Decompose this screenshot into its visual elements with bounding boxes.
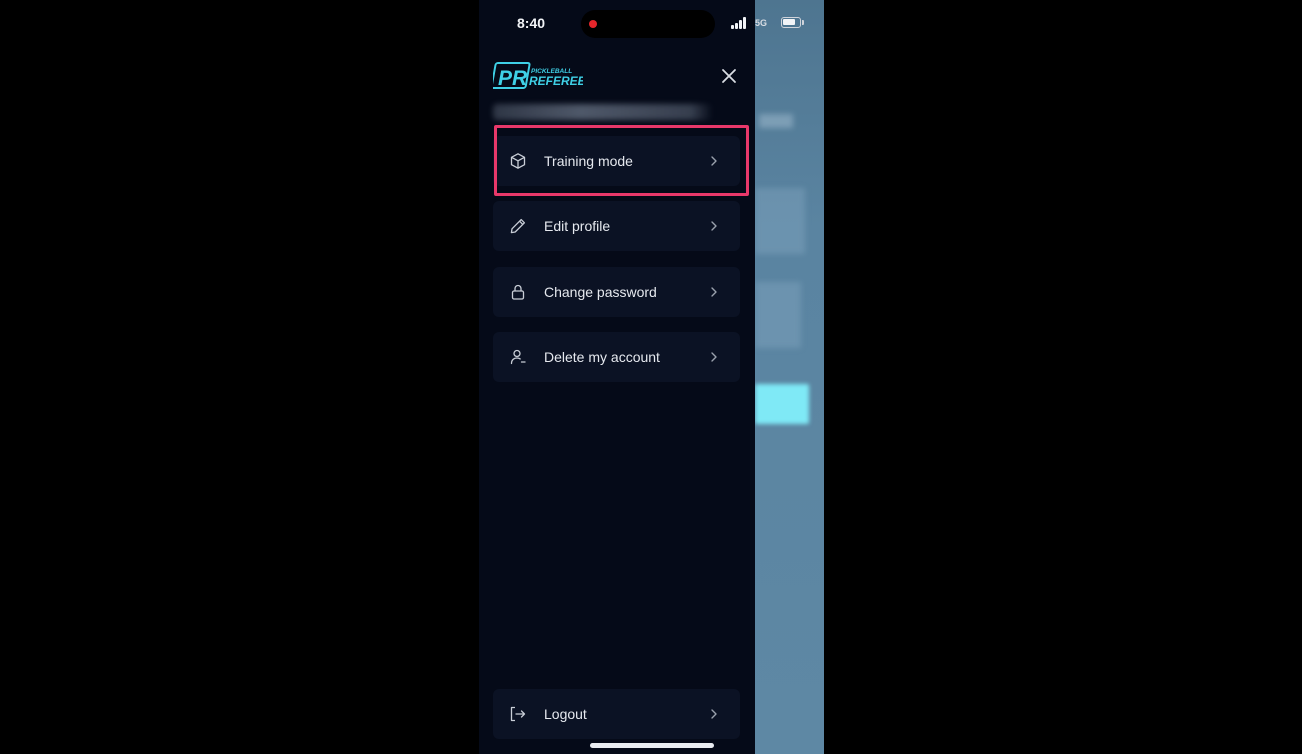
menu-item-label: Change password (544, 284, 657, 300)
side-drawer: PR PICKLEBALL REFEREE Training mode Edit… (479, 0, 755, 754)
logout-button[interactable]: Logout (493, 689, 740, 739)
network-type: 5G (755, 18, 768, 28)
cube-icon (510, 153, 526, 169)
user-remove-icon (510, 349, 526, 365)
home-indicator[interactable] (590, 743, 714, 748)
chevron-right-icon (711, 221, 717, 231)
menu-item-edit-profile[interactable]: Edit profile (493, 201, 740, 251)
chevron-right-icon (711, 709, 717, 719)
menu-item-label: Edit profile (544, 218, 611, 234)
menu-item-change-password[interactable]: Change password (493, 267, 740, 317)
menu-item-label: Delete my account (544, 349, 660, 365)
status-time: 8:40 (517, 15, 546, 31)
battery-icon (781, 17, 801, 28)
chevron-right-icon (711, 352, 717, 362)
logout-icon (510, 706, 526, 722)
pickleball-referee-logo: PR PICKLEBALL REFEREE (493, 62, 583, 90)
dynamic-island (581, 10, 715, 38)
recording-indicator-icon (589, 20, 597, 28)
svg-text:REFEREE: REFEREE (529, 74, 583, 88)
pencil-icon (510, 218, 526, 234)
menu-item-delete-account[interactable]: Delete my account (493, 332, 740, 382)
lock-icon (511, 284, 525, 300)
menu-item-label: Training mode (544, 153, 633, 169)
account-email-redacted (493, 104, 713, 120)
signal-icon (731, 17, 749, 29)
background-screen[interactable] (755, 0, 824, 754)
close-icon[interactable] (719, 66, 739, 86)
chevron-right-icon (711, 287, 717, 297)
phone-screen: PR PICKLEBALL REFEREE Training mode Edit… (479, 0, 824, 754)
status-bar: 8:40 5G (479, 0, 824, 48)
menu-item-training-mode[interactable]: Training mode (493, 136, 740, 186)
svg-text:PR: PR (498, 67, 528, 90)
chevron-right-icon (711, 156, 717, 166)
menu-item-label: Logout (544, 706, 587, 722)
